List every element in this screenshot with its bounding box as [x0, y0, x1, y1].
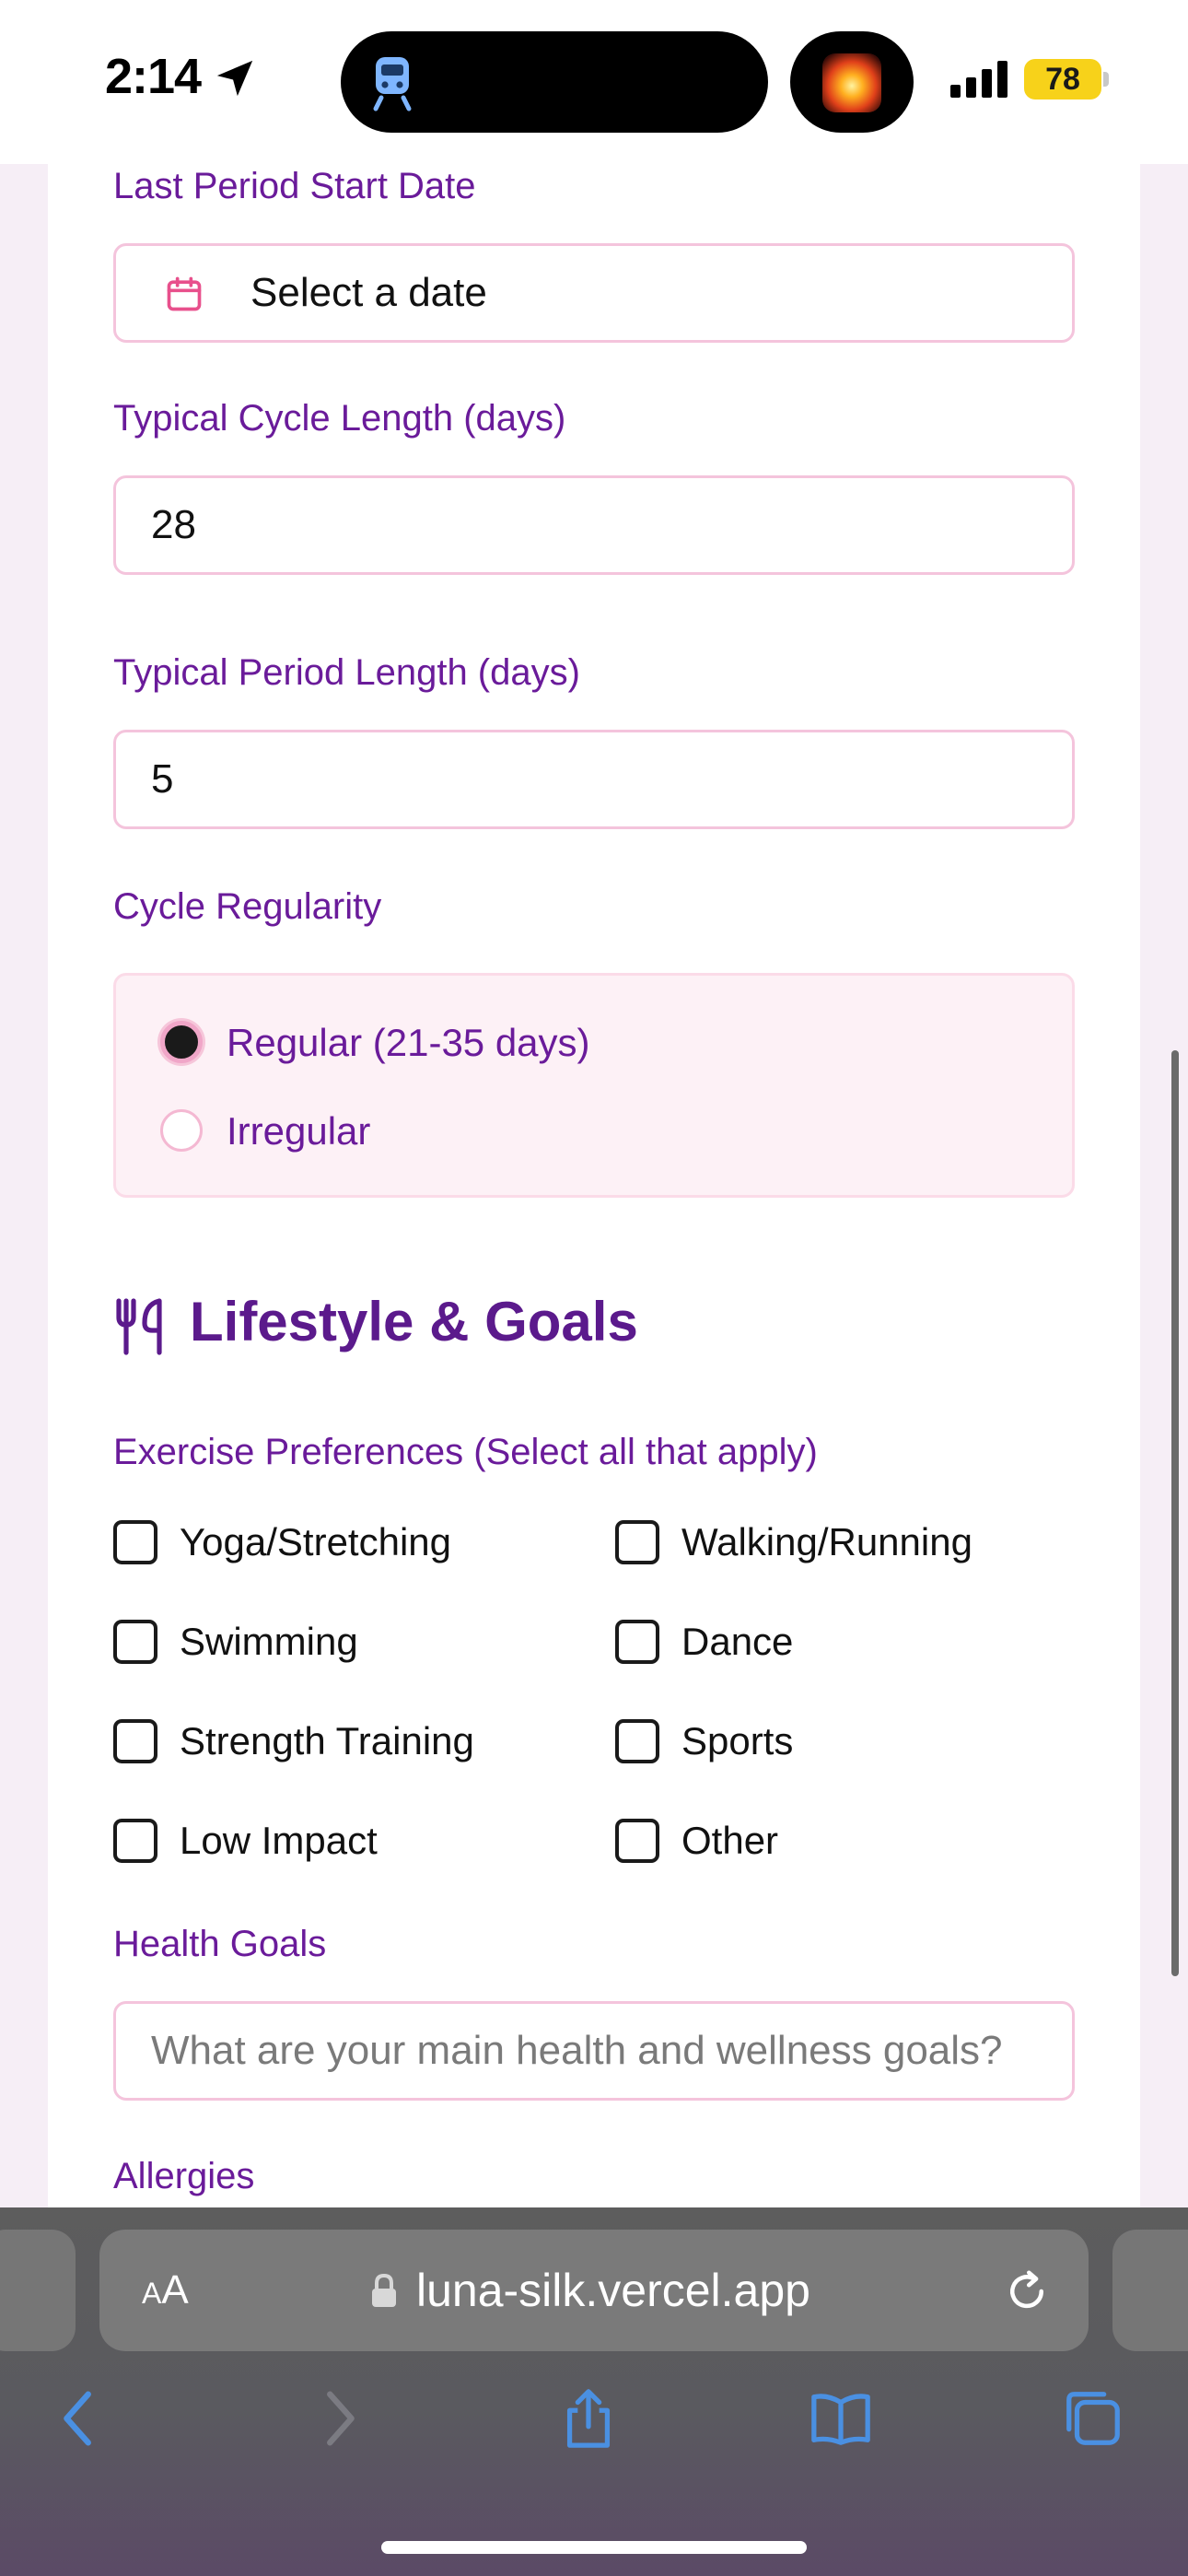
- home-indicator[interactable]: [381, 2541, 807, 2554]
- last-period-label: Last Period Start Date: [113, 166, 476, 206]
- period-length-input[interactable]: 5: [113, 730, 1075, 829]
- radio-irregular[interactable]: [160, 1109, 203, 1152]
- checkbox-other[interactable]: [615, 1819, 659, 1863]
- cellular-signal-icon: [950, 61, 1007, 98]
- radio-regular[interactable]: [160, 1021, 203, 1063]
- checkbox-sports[interactable]: [615, 1719, 659, 1763]
- checkbox-low-impact[interactable]: [113, 1819, 157, 1863]
- health-goals-placeholder: What are your main health and wellness g…: [151, 2028, 1003, 2073]
- text-size-button[interactable]: AA: [142, 2230, 189, 2351]
- checkbox-other-label[interactable]: Other: [681, 1819, 778, 1863]
- checkbox-strength-label[interactable]: Strength Training: [180, 1719, 474, 1763]
- calendar-icon: [167, 276, 202, 311]
- checkbox-sports-label[interactable]: Sports: [681, 1719, 793, 1763]
- forward-icon[interactable]: [306, 2386, 370, 2451]
- battery-icon: 78: [1024, 59, 1109, 100]
- checkbox-dance[interactable]: [615, 1620, 659, 1664]
- back-icon[interactable]: [48, 2386, 112, 2451]
- allergies-label: Allergies: [113, 2156, 255, 2196]
- cycle-length-input[interactable]: 28: [113, 475, 1075, 575]
- cycle-regularity-label: Cycle Regularity: [113, 886, 382, 927]
- radio-regular-label[interactable]: Regular (21-35 days): [227, 1021, 590, 1065]
- health-goals-label: Health Goals: [113, 1924, 327, 1964]
- checkbox-walking[interactable]: [615, 1520, 659, 1564]
- utensils-icon: [116, 1298, 162, 1355]
- tabs-icon[interactable]: [1061, 2386, 1125, 2451]
- status-bar: 2:14 78: [0, 0, 1188, 164]
- radio-irregular-label[interactable]: Irregular: [227, 1109, 370, 1153]
- train-icon: [373, 57, 412, 111]
- checkbox-strength[interactable]: [113, 1719, 157, 1763]
- checkbox-yoga[interactable]: [113, 1520, 157, 1564]
- next-tab-preview[interactable]: [1112, 2230, 1188, 2351]
- checkbox-swimming-label[interactable]: Swimming: [180, 1620, 358, 1664]
- checkbox-swimming[interactable]: [113, 1620, 157, 1664]
- cycle-length-value: 28: [151, 502, 196, 547]
- cycle-length-label: Typical Cycle Length (days): [113, 398, 566, 439]
- section-title-lifestyle: Lifestyle & Goals: [190, 1291, 638, 1352]
- checkbox-low-impact-label[interactable]: Low Impact: [180, 1819, 378, 1863]
- scroll-indicator[interactable]: [1171, 1050, 1179, 1976]
- browser-toolbar: AA luna-silk.vercel.app: [0, 2207, 1188, 2576]
- bookmarks-icon[interactable]: [809, 2386, 873, 2451]
- health-goals-input[interactable]: What are your main health and wellness g…: [113, 2001, 1075, 2101]
- date-picker-placeholder: Select a date: [250, 270, 487, 315]
- battery-level: 78: [1045, 62, 1080, 97]
- previous-tab-preview[interactable]: [0, 2230, 76, 2351]
- checkbox-dance-label[interactable]: Dance: [681, 1620, 793, 1664]
- checkbox-yoga-label[interactable]: Yoga/Stretching: [180, 1520, 451, 1564]
- address-bar[interactable]: AA luna-silk.vercel.app: [99, 2230, 1089, 2351]
- checkbox-walking-label[interactable]: Walking/Running: [681, 1520, 973, 1564]
- regularity-radio-group: [113, 973, 1075, 1198]
- reload-icon[interactable]: [1002, 2266, 1052, 2316]
- location-arrow-icon: [216, 60, 253, 97]
- app-activity-icon: [822, 53, 881, 112]
- status-time: 2:14: [105, 49, 202, 104]
- share-icon[interactable]: [556, 2386, 621, 2451]
- lock-icon: [372, 2273, 396, 2307]
- exercise-preferences-label: Exercise Preferences (Select all that ap…: [113, 1432, 818, 1472]
- period-length-value: 5: [151, 756, 174, 802]
- url-text[interactable]: luna-silk.vercel.app: [416, 2230, 810, 2351]
- last-period-date-picker[interactable]: Select a date: [113, 243, 1075, 343]
- period-length-label: Typical Period Length (days): [113, 652, 580, 693]
